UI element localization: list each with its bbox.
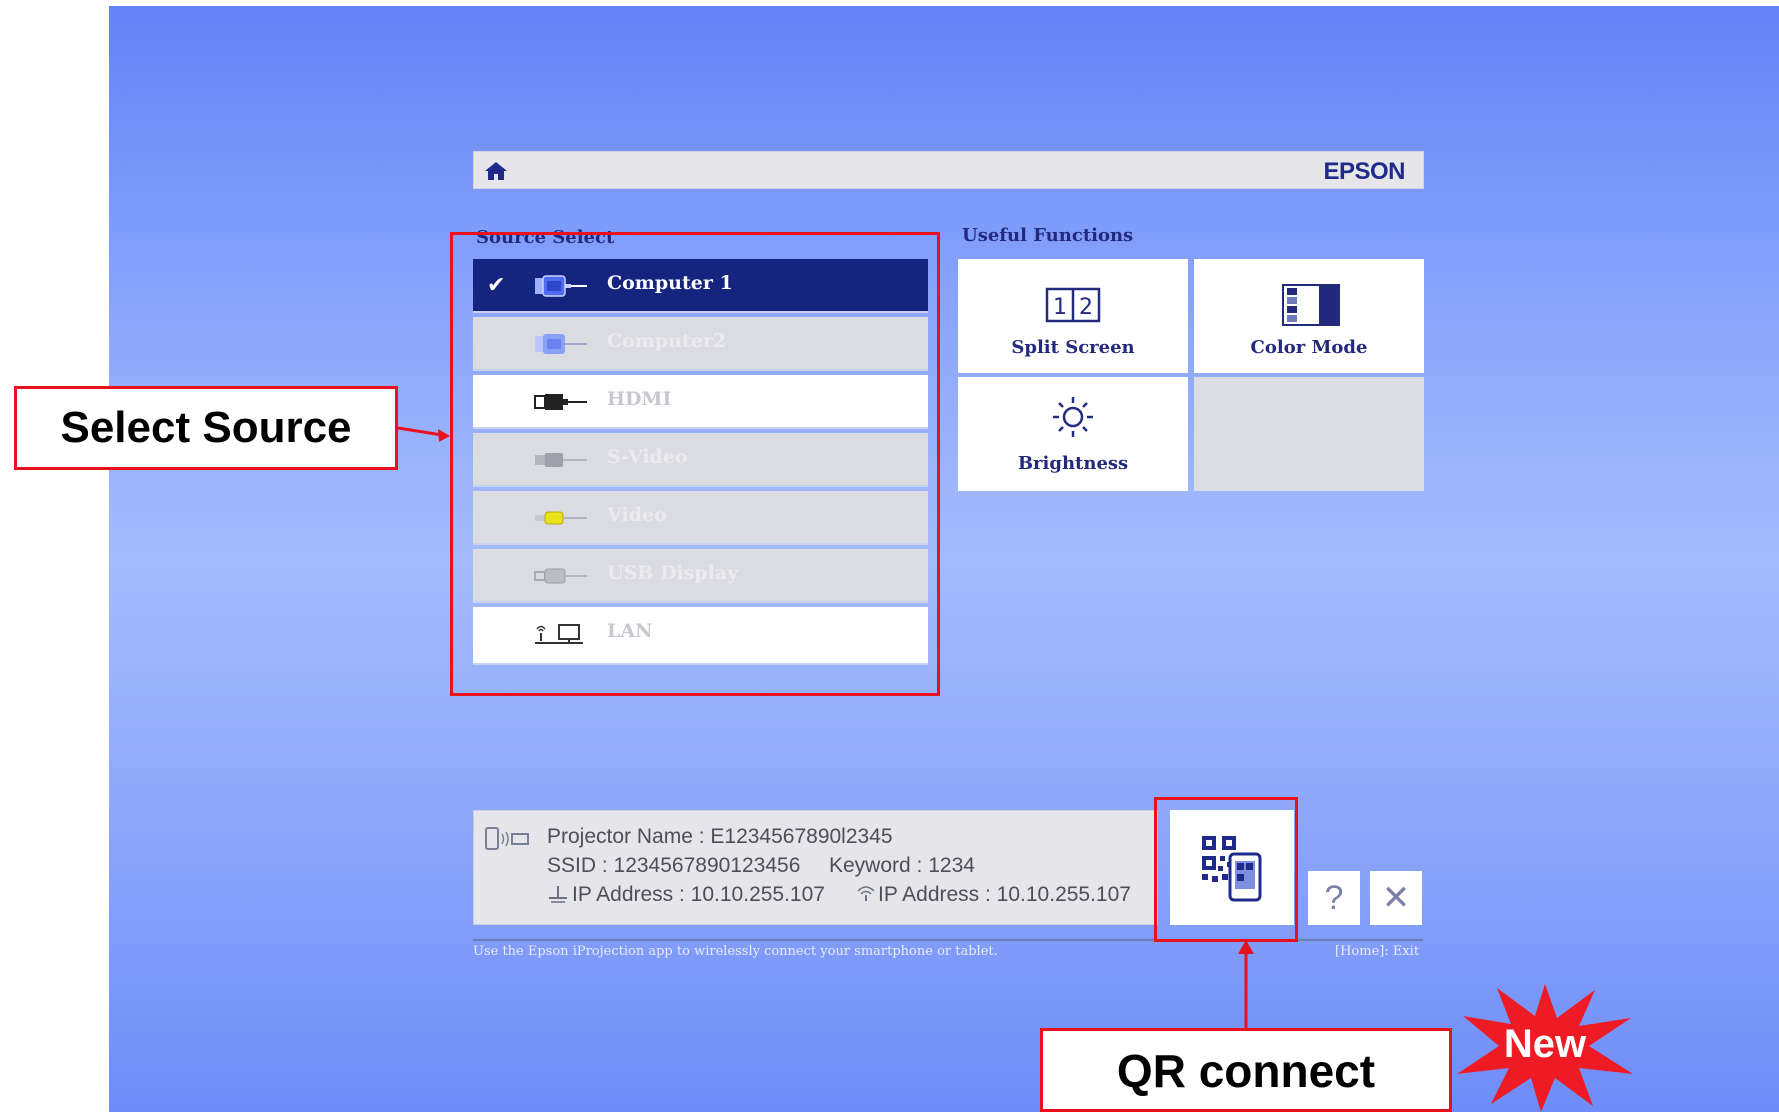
- color-mode-button[interactable]: Color Mode: [1194, 259, 1424, 373]
- split-screen-icon: 1 2: [1045, 287, 1101, 327]
- split-screen-button[interactable]: 1 2 Split Screen: [958, 259, 1188, 373]
- wired-lan-icon: [547, 884, 569, 910]
- wireless-lan-icon: [856, 883, 876, 907]
- header-bar: EPSON: [473, 151, 1424, 189]
- split-screen-label: Split Screen: [1011, 337, 1135, 358]
- select-source-callout-text: Select Source: [60, 403, 352, 452]
- source-select-highlight: [450, 232, 940, 696]
- device-connection-icon: [484, 826, 530, 858]
- color-mode-label: Color Mode: [1250, 337, 1368, 358]
- svg-text:2: 2: [1079, 295, 1093, 320]
- svg-text:1: 1: [1053, 295, 1067, 320]
- empty-function-slot: [1194, 377, 1424, 491]
- new-badge-text: New: [1503, 1022, 1587, 1066]
- qr-connect-highlight: [1154, 797, 1298, 942]
- projector-home-screen: EPSON Source Select Useful Functions ✔ C…: [109, 6, 1779, 1112]
- help-button[interactable]: ?: [1308, 871, 1360, 925]
- wireless-ip-address: IP Address : 10.10.255.107: [878, 883, 1131, 906]
- footer-hint: Use the Epson iProjection app to wireles…: [473, 944, 998, 959]
- brightness-icon: [1051, 395, 1095, 443]
- brightness-label: Brightness: [1017, 453, 1129, 474]
- close-button[interactable]: ✕: [1370, 871, 1422, 925]
- useful-functions-title: Useful Functions: [962, 225, 1134, 246]
- projector-name: Projector Name : E1234567890l2345: [547, 825, 893, 848]
- qr-connect-callout-text: QR connect: [1116, 1045, 1376, 1097]
- new-badge: New: [1455, 982, 1635, 1112]
- color-mode-icon: [1281, 283, 1341, 331]
- projector-info-panel: Projector Name : E1234567890l2345 SSID :…: [473, 810, 1158, 925]
- ssid: SSID : 1234567890123456: [547, 854, 801, 877]
- footer-exit-hint: [Home]: Exit: [1335, 944, 1420, 959]
- brightness-button[interactable]: Brightness: [958, 377, 1188, 491]
- home-icon[interactable]: [484, 161, 508, 181]
- epson-logo: EPSON: [1323, 158, 1405, 185]
- qr-connect-arrow: [1238, 940, 1254, 1030]
- select-source-callout: Select Source: [14, 386, 398, 470]
- wired-ip-address: IP Address : 10.10.255.107: [572, 883, 825, 906]
- qr-connect-callout: QR connect: [1040, 1028, 1452, 1112]
- keyword: Keyword : 1234: [829, 854, 975, 877]
- useful-functions-grid: 1 2 Split Screen Color Mode Brightness: [958, 259, 1424, 491]
- select-source-arrow: [398, 426, 450, 442]
